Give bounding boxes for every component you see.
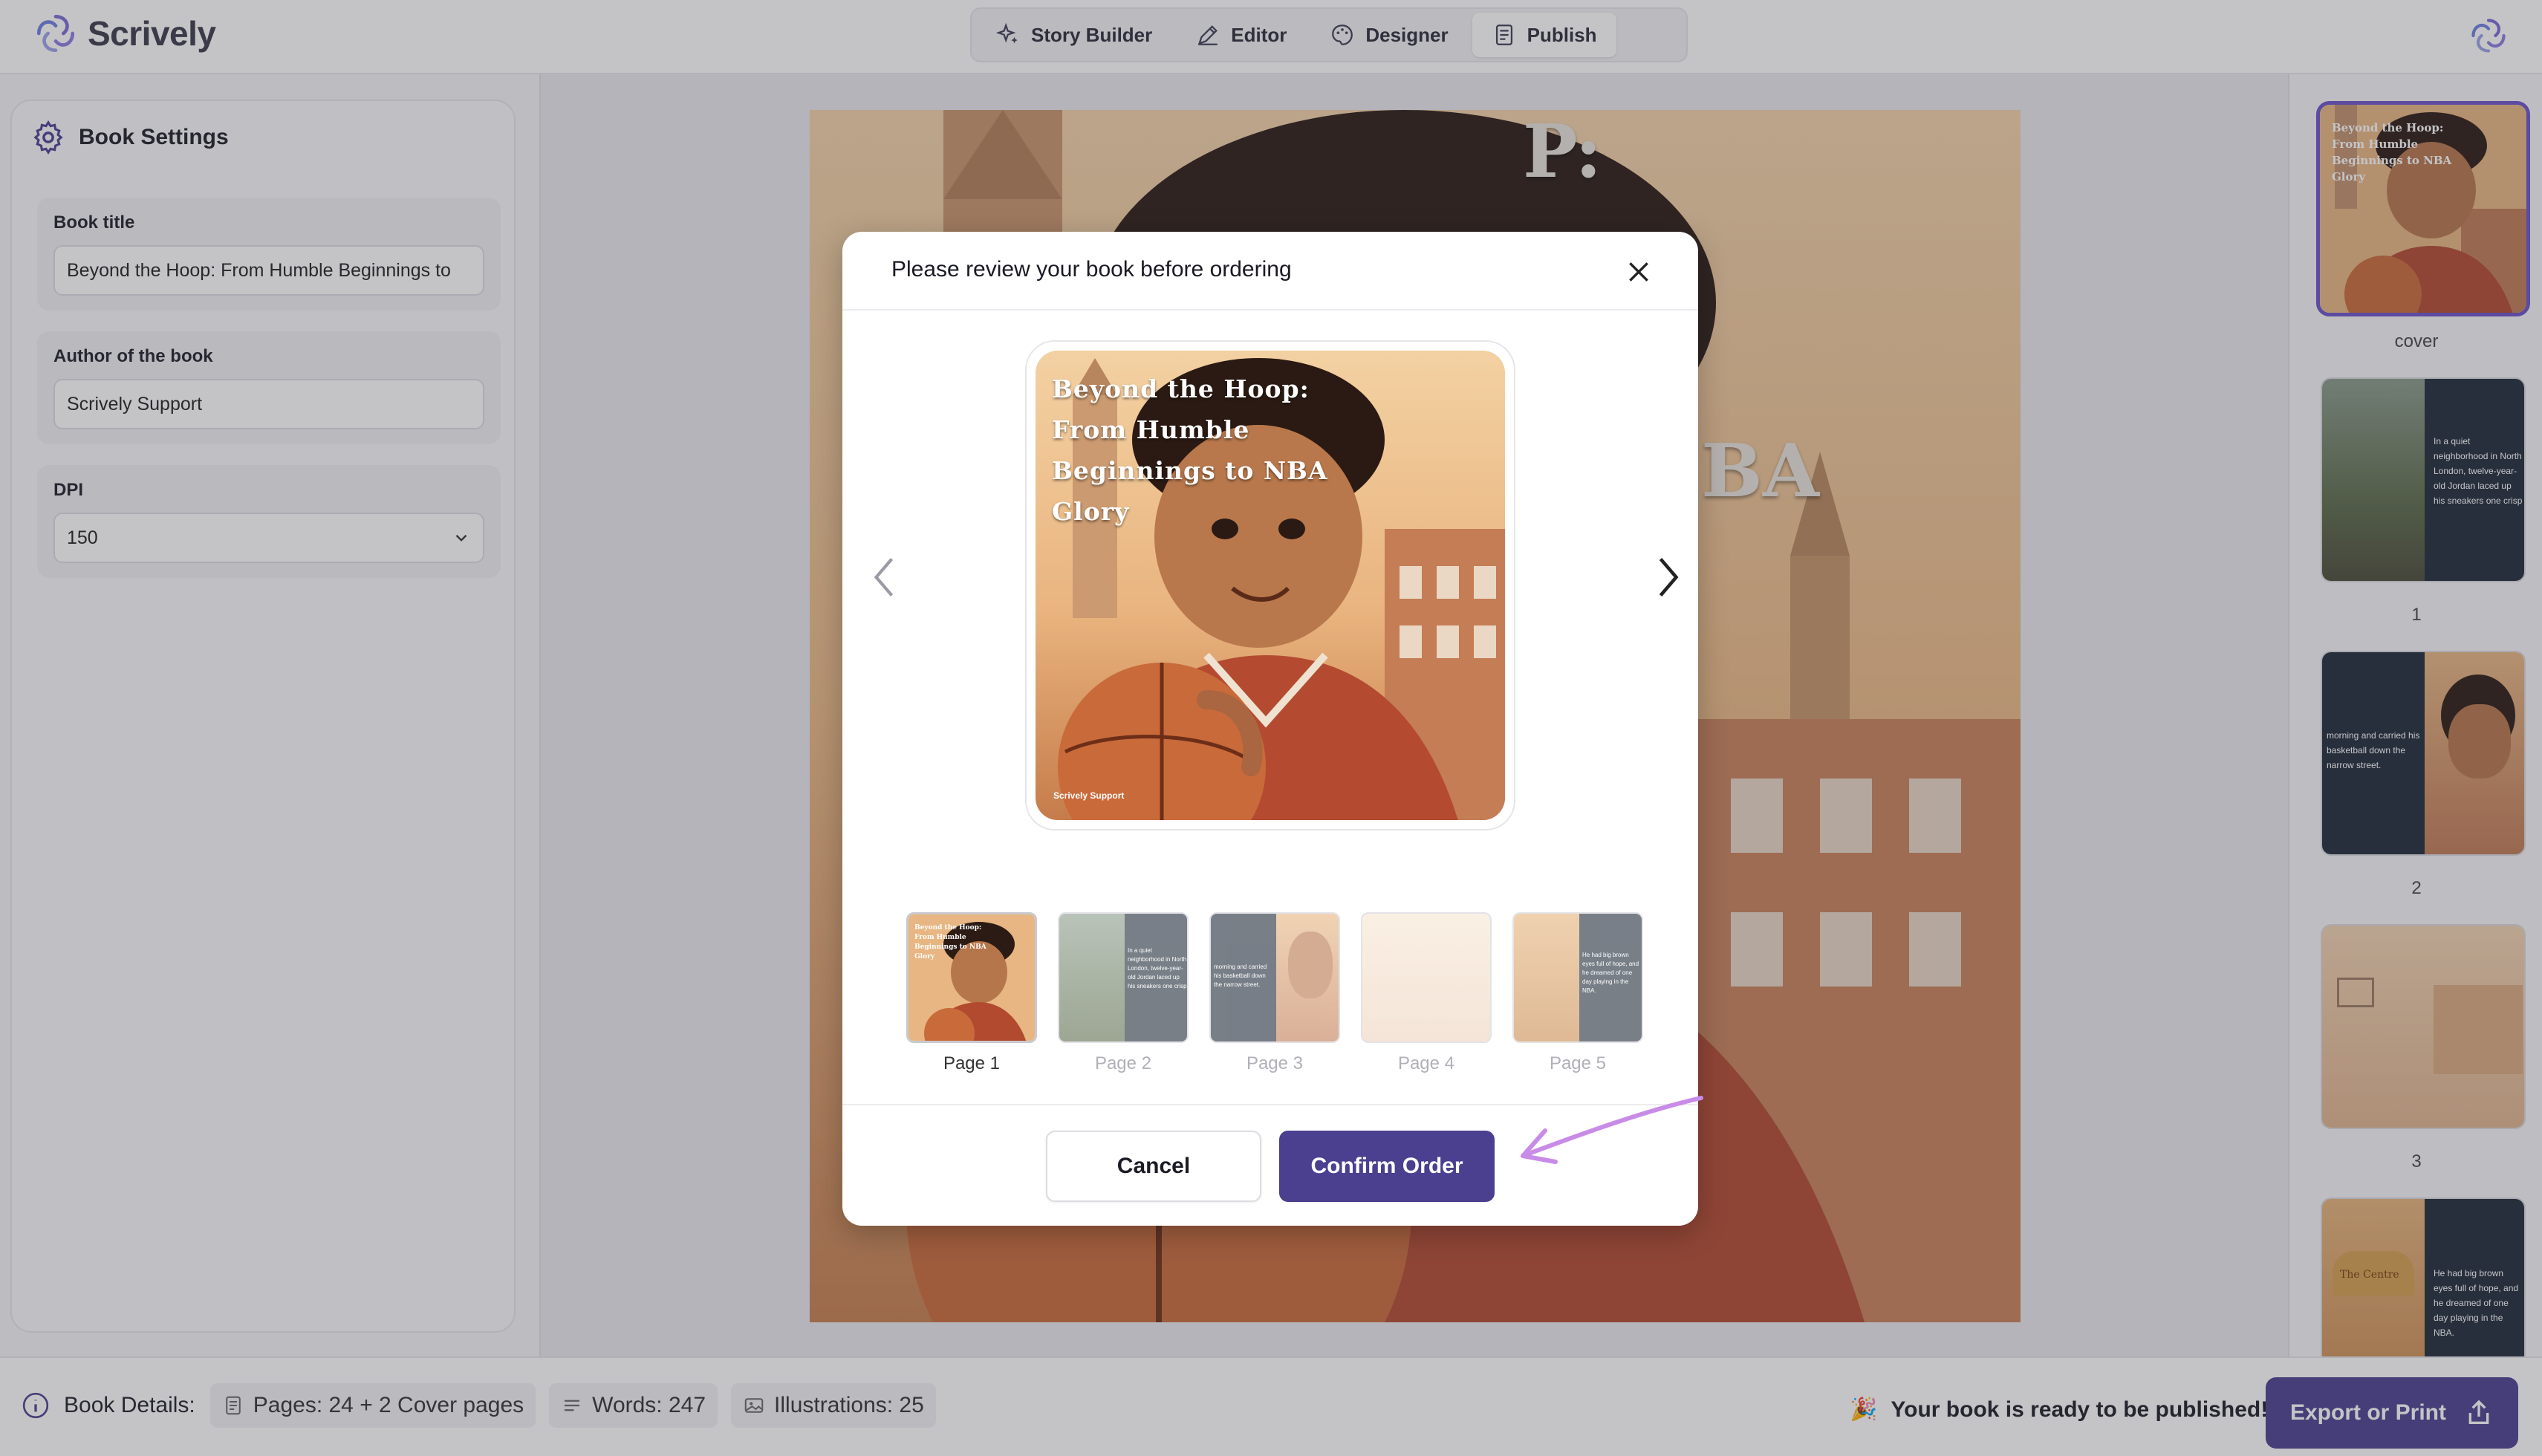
page-thumb-2[interactable]: In a quiet neighborhood in North London,… — [1058, 912, 1189, 1043]
page-thumb-label: Page 3 — [1246, 1053, 1304, 1073]
review-order-modal: Please review your book before ordering — [842, 232, 1698, 1226]
confirm-order-button[interactable]: Confirm Order — [1279, 1131, 1495, 1202]
thumb-title: Beyond the Hoop: From Humble Beginnings to… — [914, 924, 986, 961]
page-thumb-3[interactable]: morning and carried his basketball down … — [1209, 912, 1340, 1043]
close-icon[interactable] — [1624, 257, 1654, 287]
page-thumb-label: Page 2 — [1094, 1053, 1152, 1073]
modal-divider — [842, 309, 1698, 311]
modal-title: Please review your book before ordering — [891, 257, 1292, 282]
cover-preview: Beyond the Hoop: From Humble Beginnings … — [1025, 340, 1515, 831]
page-thumb-label: Page 4 — [1397, 1053, 1455, 1073]
cancel-button[interactable]: Cancel — [1046, 1131, 1261, 1202]
cover-author: Scrively Support — [1053, 790, 1125, 801]
thumb-page-text: morning and carried his basketball down … — [1214, 963, 1267, 988]
page-thumb-label: Page 1 — [943, 1053, 1001, 1073]
annotation-arrow-icon — [1521, 1096, 1703, 1164]
cover-title: Beyond the Hoop: From Humble Beginnings … — [1052, 374, 1328, 526]
page-thumb-1[interactable]: Beyond the Hoop: From Humble Beginnings to… — [906, 912, 1037, 1043]
page-thumb-5[interactable]: He had big brown eyes full of hope, and … — [1512, 912, 1643, 1043]
chevron-right-icon[interactable] — [1652, 551, 1685, 603]
page-thumb-label: Page 5 — [1549, 1053, 1607, 1073]
thumb-page-text: In a quiet neighborhood in North London,… — [1128, 947, 1187, 989]
thumb-page-text: He had big brown eyes full of hope, and … — [1582, 952, 1639, 994]
chevron-left-icon[interactable] — [868, 551, 900, 603]
page-thumb-4[interactable] — [1361, 912, 1492, 1043]
